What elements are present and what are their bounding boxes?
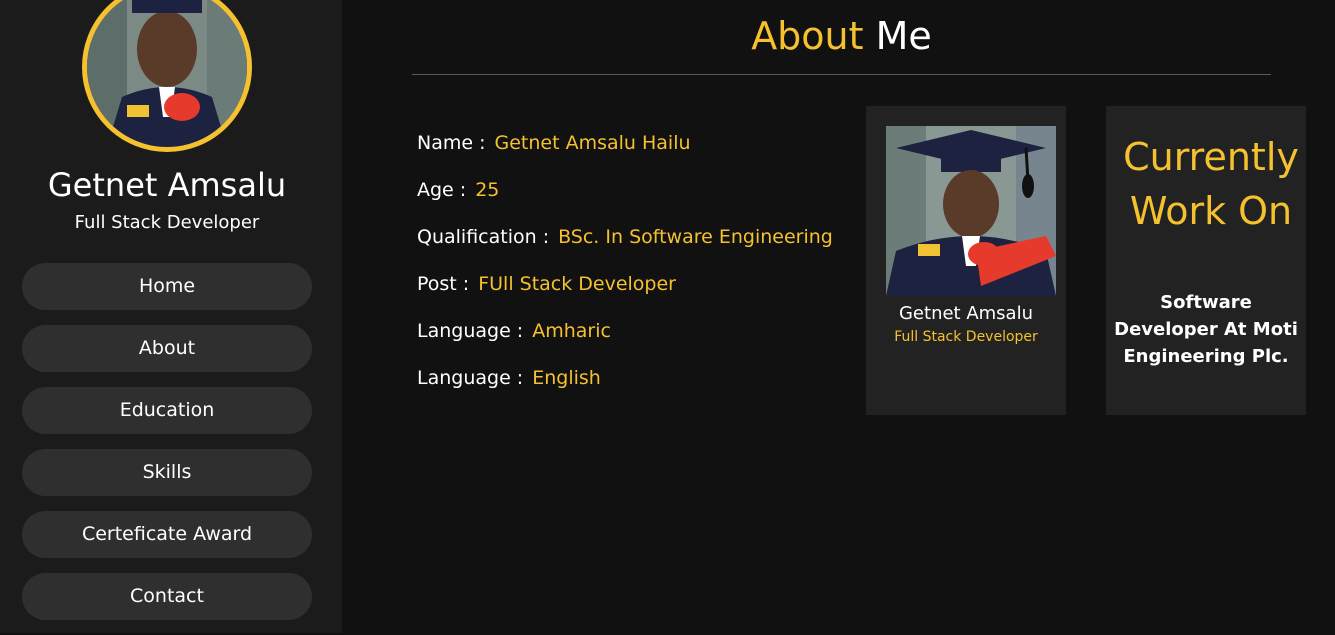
info-value: BSc. In Software Engineering [558,226,833,248]
info-label: Qualification : [417,226,550,248]
nav-about-button[interactable]: About [22,325,312,372]
nav-contact-button[interactable]: Contact [22,573,312,620]
about-info-list: Name : Getnet Amsalu Hailu Age : 25 Qualif… [417,128,833,410]
current-work-description: Software Developer At Moti Engineering P… [1114,292,1298,367]
current-work-title: Currently Work On [1123,135,1299,233]
profile-name: Getnet Amsalu [47,166,287,204]
info-label: Name : [417,132,486,154]
profile-card: Getnet Amsalu Full Stack Developer [866,106,1066,415]
sidebar: Getnet Amsalu Full Stack Developer Home … [0,0,342,633]
card-role: Full Stack Developer [894,329,1038,345]
page-title-rest: Me [863,14,932,58]
info-row-qualification: Qualification : BSc. In Software Engineer… [417,222,833,269]
info-value: Amharic [532,320,611,342]
graduate-photo-icon [87,0,247,147]
info-row-language-2: Language : English [417,363,833,410]
info-row-age: Age : 25 [417,175,833,222]
current-work-card: Currently Work On Software Developer At … [1106,106,1306,415]
page-title: About Me [412,14,1271,58]
graduate-photo-icon [886,126,1056,296]
info-value: English [532,367,601,389]
info-value: Getnet Amsalu Hailu [494,132,691,154]
info-value: FUll Stack Developer [478,273,676,295]
info-label: Age : [417,179,467,201]
title-divider [412,74,1271,75]
nav-skills-button[interactable]: Skills [22,449,312,496]
info-label: Language : [417,320,524,342]
nav-home-button[interactable]: Home [22,263,312,310]
nav-certificate-award-button[interactable]: Certeficate Award [22,511,312,558]
card-name: Getnet Amsalu [898,303,1033,324]
profile-role: Full Stack Developer [74,212,260,233]
info-row-name: Name : Getnet Amsalu Hailu [417,128,833,175]
info-row-language-1: Language : Amharic [417,316,833,363]
info-value: 25 [475,179,500,201]
nav-education-button[interactable]: Education [22,387,312,434]
page-title-accent: About [751,14,864,58]
info-label: Post : [417,273,470,295]
card-photo [886,126,1056,296]
profile-avatar [82,0,252,152]
info-label: Language : [417,367,524,389]
info-row-post: Post : FUll Stack Developer [417,269,833,316]
sidebar-nav: Home About Education Skills Certeficate … [22,263,312,635]
